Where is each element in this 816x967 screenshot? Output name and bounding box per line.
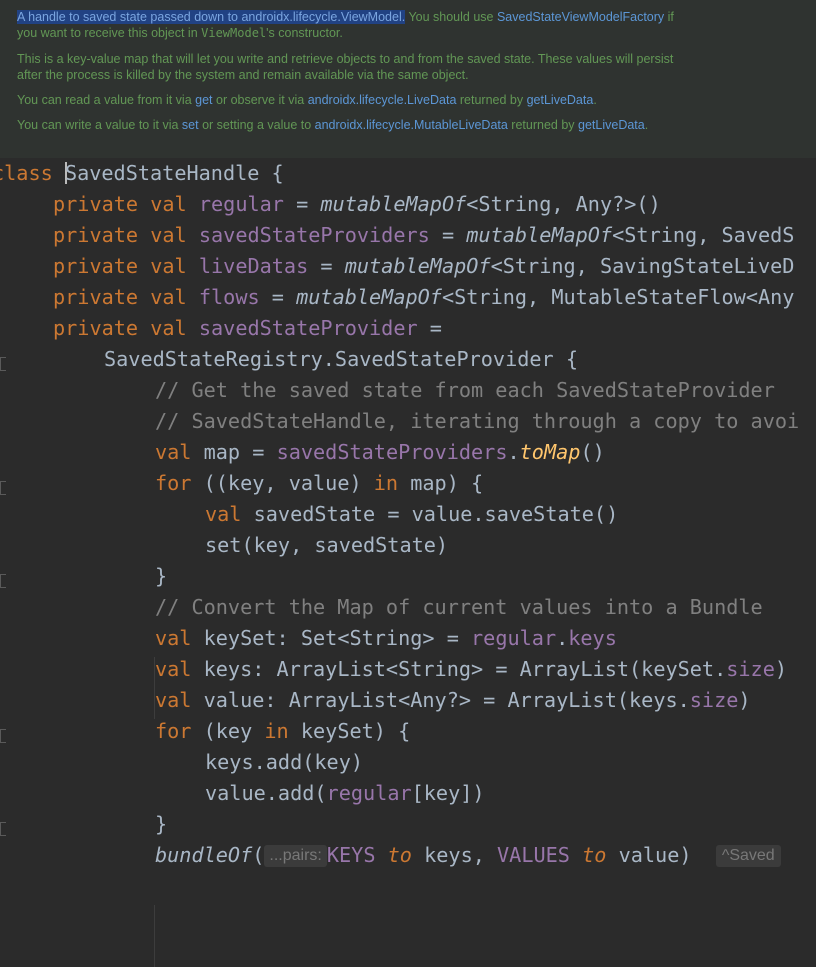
code-line-22[interactable]: } — [155, 809, 167, 840]
code-line-8[interactable]: // Get the saved state from each SavedSt… — [155, 375, 775, 406]
code-line-19[interactable]: for (key in keySet) { — [155, 716, 410, 747]
fold-marker[interactable] — [0, 574, 6, 588]
code-line-17[interactable]: val keys: ArrayList<String> = ArrayList(… — [155, 654, 787, 685]
code-line-5[interactable]: private val flows = mutableMapOf<String,… — [53, 282, 794, 313]
code-line-7[interactable]: SavedStateRegistry.SavedStateProvider { — [104, 344, 578, 375]
doc-selected-text: A handle to saved state passed down to a… — [17, 10, 406, 24]
code-line-14[interactable]: } — [155, 561, 167, 592]
code-line-20[interactable]: keys.add(key) — [205, 747, 363, 778]
parameter-hint: ...pairs: — [264, 845, 327, 867]
link-livedata[interactable]: androidx.lifecycle.LiveData — [308, 93, 457, 107]
fold-marker[interactable] — [0, 481, 6, 495]
code-line-12[interactable]: val savedState = value.saveState() — [205, 499, 618, 530]
link-get[interactable]: get — [195, 93, 212, 107]
documentation-popup: A handle to saved state passed down to a… — [0, 0, 816, 158]
fold-marker[interactable] — [0, 822, 6, 836]
code-line-18[interactable]: val value: ArrayList<Any?> = ArrayList(k… — [155, 685, 751, 716]
code-line-11[interactable]: for ((key, value) in map) { — [155, 468, 483, 499]
code-line-3[interactable]: private val savedStateProviders = mutabl… — [53, 220, 794, 251]
link-getlivedata-2[interactable]: getLiveData — [578, 118, 645, 132]
code-editor[interactable]: class SavedStateHandle { private val reg… — [0, 158, 816, 967]
code-line-6[interactable]: private val savedStateProvider = — [53, 313, 442, 344]
code-line-23[interactable]: bundleOf(...pairs: KEYS to keys, VALUES t… — [155, 840, 781, 871]
code-line-13[interactable]: set(key, savedState) — [205, 530, 448, 561]
doc-paragraph-4: You can write a value to it via set or s… — [17, 118, 649, 132]
link-getlivedata[interactable]: getLiveData — [527, 93, 594, 107]
link-mutablelivedata[interactable]: androidx.lifecycle.MutableLiveData — [315, 118, 508, 132]
fold-marker[interactable] — [0, 729, 6, 743]
indent-guide — [154, 905, 155, 967]
code-line-16[interactable]: val keySet: Set<String> = regular.keys — [155, 623, 617, 654]
link-set[interactable]: set — [182, 118, 199, 132]
fold-marker[interactable] — [0, 357, 6, 371]
code-line-2[interactable]: private val regular = mutableMapOf<Strin… — [53, 189, 661, 220]
link-savedstateviewmodelfactory[interactable]: SavedStateViewModelFactory — [497, 10, 664, 24]
code-line-21[interactable]: value.add(regular[key]) — [205, 778, 485, 809]
return-type-hint: ^Saved — [715, 845, 781, 867]
doc-paragraph-1: A handle to saved state passed down to a… — [17, 10, 674, 40]
code-line-1[interactable]: class SavedStateHandle { — [0, 158, 284, 189]
code-line-15[interactable]: // Convert the Map of current values int… — [155, 592, 763, 623]
code-line-4[interactable]: private val liveDatas = mutableMapOf<Str… — [53, 251, 794, 282]
code-line-10[interactable]: val map = savedStateProviders.toMap() — [155, 437, 605, 468]
code-line-9[interactable]: // SavedStateHandle, iterating through a… — [155, 406, 799, 437]
doc-paragraph-3: You can read a value from it via get or … — [17, 93, 597, 107]
doc-paragraph-2: This is a key-value map that will let yo… — [17, 52, 674, 82]
